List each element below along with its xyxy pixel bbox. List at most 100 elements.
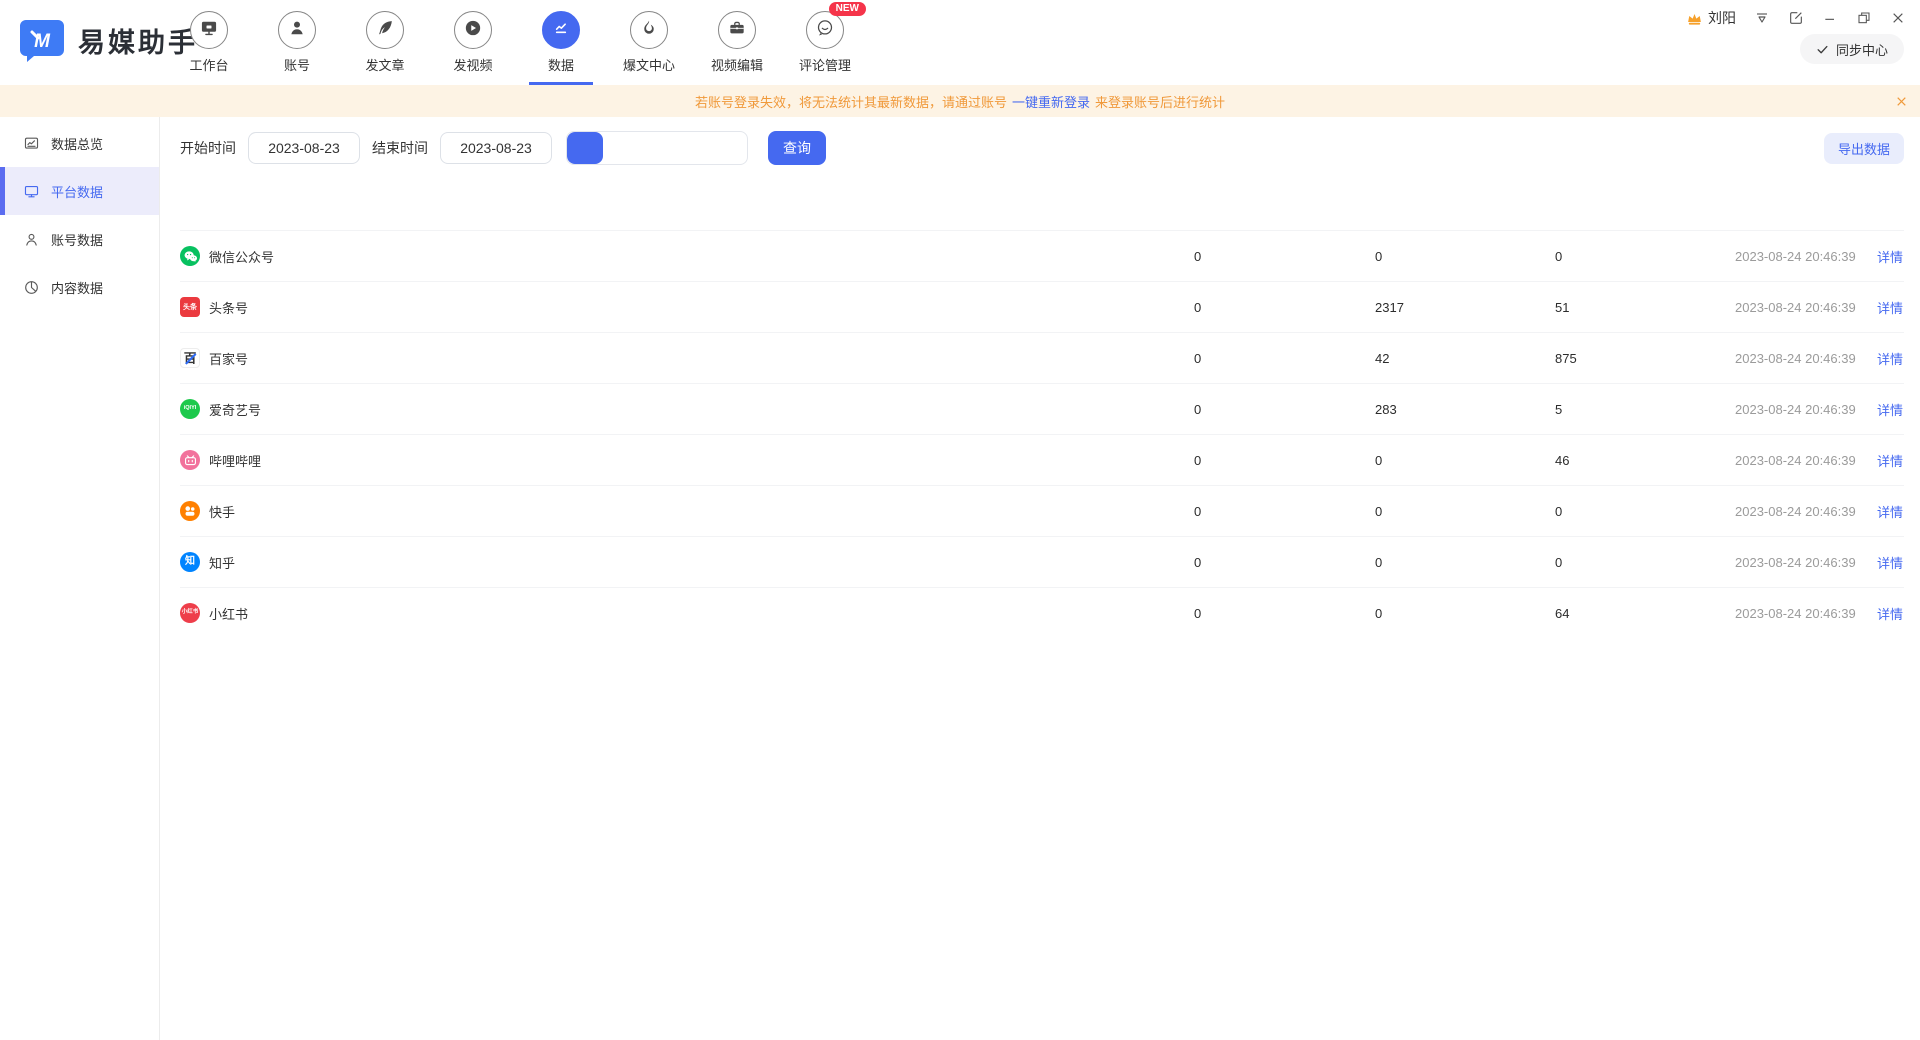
recommend-value: 0 [1375, 249, 1555, 264]
detail-link[interactable]: 详情 [1877, 505, 1903, 520]
sidebar-item[interactable]: 平台数据 [0, 167, 159, 215]
sidebar-item[interactable]: 账号数据 [0, 215, 159, 263]
logo-icon: M [18, 16, 66, 64]
detail-link[interactable]: 详情 [1877, 403, 1903, 418]
skin-theme-icon[interactable] [1753, 10, 1770, 27]
nav-item-label: 工作台 [189, 55, 228, 74]
kuaishou-icon [180, 501, 200, 521]
window-controls: 刘阳 [1686, 8, 1906, 28]
data-icon [551, 18, 571, 43]
recommend-value: 2317 [1375, 300, 1555, 315]
nav-item-label: 视频编辑 [711, 55, 763, 74]
sidebar-item-label: 账号数据 [51, 230, 103, 249]
sidebar-item[interactable]: 内容数据 [0, 263, 159, 311]
sidebar-item-label: 平台数据 [51, 182, 103, 201]
detail-link[interactable]: 详情 [1877, 250, 1903, 265]
recommend-value: 283 [1375, 402, 1555, 417]
banner-close-icon[interactable] [1895, 85, 1908, 117]
table-body: 微信公众号 0 0 0 2023-08-24 20:46:39 详情 头条 头条… [180, 230, 1904, 638]
updated-time: 2023-08-24 20:46:39 [1735, 351, 1877, 366]
sidebar-item-label: 内容数据 [51, 278, 103, 297]
quick-range-option[interactable] [675, 132, 711, 164]
recommend-value: 0 [1375, 606, 1555, 621]
warning-banner: 若账号登录失效，将无法统计其最新数据，请通过账号 一键重新登录 来登录账号后进行… [0, 85, 1920, 117]
video-edit-icon [727, 18, 747, 43]
nav-item[interactable]: 发文章 [341, 0, 429, 85]
platform-name: 头条号 [209, 298, 248, 317]
nav-item[interactable]: NEW 评论管理 [781, 0, 869, 85]
updated-time: 2023-08-24 20:46:39 [1735, 249, 1877, 264]
quick-range-option[interactable] [639, 132, 675, 164]
feedback-compose-icon[interactable] [1787, 10, 1804, 27]
sidebar: 数据总览 平台数据 账号数据 内容数据 [0, 117, 160, 1040]
nav-item[interactable]: 爆文中心 [605, 0, 693, 85]
banner-text-before: 若账号登录失效，将无法统计其最新数据，请通过账号 [695, 92, 1007, 111]
query-button[interactable]: 查询 [768, 131, 826, 165]
zhihu-icon: 知 [180, 552, 200, 572]
sync-center-label: 同步中心 [1836, 40, 1888, 59]
detail-link[interactable]: 详情 [1877, 301, 1903, 316]
platform-name: 知乎 [209, 553, 235, 572]
income-value: 0 [1194, 249, 1375, 264]
nav-item[interactable]: 工作台 [165, 0, 253, 85]
check-icon [1816, 43, 1829, 56]
recommend-value: 42 [1375, 351, 1555, 366]
income-value: 0 [1194, 351, 1375, 366]
table-row: 小红书 小红书 0 0 64 2023-08-24 20:46:39 详情 [180, 587, 1904, 638]
new-badge: NEW [829, 2, 866, 16]
income-value: 0 [1194, 402, 1375, 417]
platform-name: 快手 [209, 502, 235, 521]
table-row: 知 知乎 0 0 0 2023-08-24 20:46:39 详情 [180, 536, 1904, 587]
income-value: 0 [1194, 606, 1375, 621]
updated-time: 2023-08-24 20:46:39 [1735, 453, 1877, 468]
nav-item[interactable]: 视频编辑 [693, 0, 781, 85]
hot-articles-icon [639, 18, 659, 43]
publish-article-icon [375, 18, 395, 43]
reads-value: 64 [1555, 606, 1735, 621]
quick-range-option[interactable] [567, 132, 603, 164]
table-row: iQIYI 爱奇艺号 0 283 5 2023-08-24 20:46:39 详… [180, 383, 1904, 434]
nav-item[interactable]: 发视频 [429, 0, 517, 85]
reads-value: 0 [1555, 504, 1735, 519]
income-value: 0 [1194, 555, 1375, 570]
quick-range-option[interactable] [711, 132, 747, 164]
detail-link[interactable]: 详情 [1877, 607, 1903, 622]
quick-range-option[interactable] [603, 132, 639, 164]
platform-name: 微信公众号 [209, 247, 274, 266]
sidebar-item-label: 数据总览 [51, 134, 103, 153]
reads-value: 51 [1555, 300, 1735, 315]
export-data-button[interactable]: 导出数据 [1824, 133, 1904, 164]
platform-name: 小红书 [209, 604, 248, 623]
xiaohongshu-icon: 小红书 [180, 603, 200, 623]
wechat-mp-icon [180, 246, 200, 266]
recommend-value: 0 [1375, 504, 1555, 519]
detail-link[interactable]: 详情 [1877, 352, 1903, 367]
end-date-input[interactable]: 2023-08-23 [440, 132, 552, 164]
workbench-icon [199, 18, 219, 43]
sidebar-item[interactable]: 数据总览 [0, 119, 159, 167]
crown-icon [1686, 10, 1703, 27]
platform-data-table: 微信公众号 0 0 0 2023-08-24 20:46:39 详情 头条 头条… [180, 198, 1904, 638]
platform-name: 百家号 [209, 349, 248, 368]
maximize-restore-button[interactable] [1855, 10, 1872, 27]
detail-link[interactable]: 详情 [1877, 454, 1903, 469]
minimize-button[interactable] [1821, 10, 1838, 27]
nav-item[interactable]: 账号 [253, 0, 341, 85]
reads-value: 0 [1555, 249, 1735, 264]
reads-value: 5 [1555, 402, 1735, 417]
detail-link[interactable]: 详情 [1877, 556, 1903, 571]
income-value: 0 [1194, 504, 1375, 519]
user-account[interactable]: 刘阳 [1686, 8, 1736, 28]
nav-item[interactable]: 数据 [517, 0, 605, 85]
table-row: 快手 0 0 0 2023-08-24 20:46:39 详情 [180, 485, 1904, 536]
nav-item-label: 爆文中心 [623, 55, 675, 74]
recommend-value: 0 [1375, 453, 1555, 468]
quick-range-group [566, 131, 748, 165]
relogin-link[interactable]: 一键重新登录 [1012, 92, 1090, 111]
nav-item-label: 发文章 [365, 55, 404, 74]
sync-center-button[interactable]: 同步中心 [1800, 34, 1904, 64]
close-button[interactable] [1889, 10, 1906, 27]
table-row: 微信公众号 0 0 0 2023-08-24 20:46:39 详情 [180, 230, 1904, 281]
start-date-input[interactable]: 2023-08-23 [248, 132, 360, 164]
table-row: 哔哩哔哩 0 0 46 2023-08-24 20:46:39 详情 [180, 434, 1904, 485]
